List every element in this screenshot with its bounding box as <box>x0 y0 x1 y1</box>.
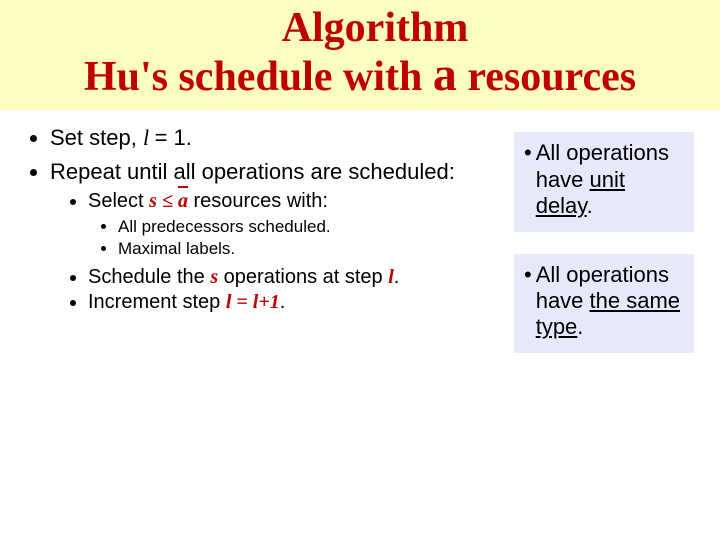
step-repeat: Repeat until all operations are schedule… <box>50 158 514 315</box>
expr-l-eq-l1: l = l+1 <box>226 291 280 313</box>
step-select: Select s ≤ a resources with: All predece… <box>88 189 514 259</box>
text: . <box>577 314 583 339</box>
left-column: Set step, l = 1. Repeat until all operat… <box>22 116 514 374</box>
bullet-dot-icon: • <box>524 262 532 288</box>
leq-symbol: ≤ <box>157 190 178 212</box>
bullet-list-level3: All predecessors scheduled. Maximal labe… <box>88 216 514 259</box>
bullet-list-level1: Set step, l = 1. Repeat until all operat… <box>22 124 514 315</box>
text: Select <box>88 190 149 212</box>
text: = 1. <box>155 125 192 150</box>
text: . <box>394 266 400 288</box>
text: Increment step <box>88 291 226 313</box>
title-post: resources <box>457 54 636 100</box>
right-column: • All operations have unit delay. • All … <box>514 116 694 374</box>
text: Set step, <box>50 125 143 150</box>
bullet-dot-icon: • <box>524 140 532 166</box>
text: . <box>280 291 286 313</box>
var-s: s <box>210 266 218 288</box>
bullet-list-level2: Select s ≤ a resources with: All predece… <box>50 189 514 315</box>
step-set: Set step, l = 1. <box>50 124 514 152</box>
var-l: l <box>143 125 155 150</box>
side-box-unit-delay: • All operations have unit delay. <box>514 132 694 231</box>
text: resources with: <box>188 190 328 212</box>
title-variable-a: a <box>433 48 457 101</box>
step-increment: Increment step l = l+1. <box>88 290 514 315</box>
title-line-2: Hu's schedule with a resources <box>0 50 720 100</box>
side-text: All operations have the same type. <box>536 262 684 341</box>
text: Repeat until all operations are schedule… <box>50 159 455 184</box>
var-s: s <box>149 190 157 212</box>
text: . <box>587 193 593 218</box>
step-schedule: Schedule the s operations at step l. <box>88 265 514 290</box>
title-pre: Hu's schedule with <box>84 54 433 100</box>
title-bar: Algorithm Hu's schedule with a resources <box>0 0 720 110</box>
cond-predecessors: All predecessors scheduled. <box>118 216 514 237</box>
text: operations at step <box>218 266 388 288</box>
text: Schedule the <box>88 266 210 288</box>
slide: Algorithm Hu's schedule with a resources… <box>0 0 720 540</box>
cond-maximal: Maximal labels. <box>118 238 514 259</box>
side-text: All operations have unit delay. <box>536 140 684 219</box>
var-a-bar: a <box>178 189 188 214</box>
side-box-same-type: • All operations have the same type. <box>514 254 694 353</box>
body: Set step, l = 1. Repeat until all operat… <box>0 110 720 374</box>
title-line-1: Algorithm <box>0 6 720 50</box>
